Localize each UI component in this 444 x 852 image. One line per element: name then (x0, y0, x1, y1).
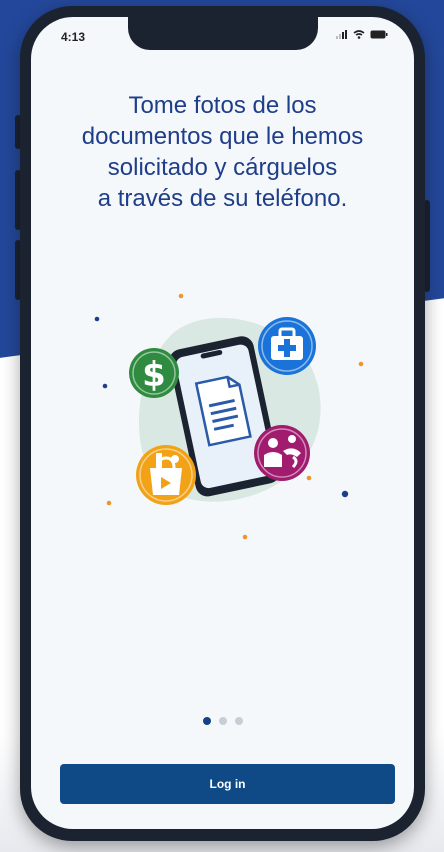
onboarding-headline: Tome fotos de los documentos que le hemo… (45, 90, 400, 214)
battery-icon (370, 30, 388, 39)
phone-notch (128, 17, 318, 50)
dollar-icon: $ (129, 348, 179, 398)
confetti-dot (102, 383, 108, 389)
svg-text:$: $ (142, 355, 166, 395)
grocery-bag-icon (136, 445, 196, 505)
confetti-dot (106, 500, 112, 506)
confetti-dot (178, 293, 184, 299)
confetti-dot (94, 316, 100, 322)
status-time: 4:13 (61, 30, 86, 44)
confetti-dot (341, 490, 349, 498)
phone-screen: 4:13 Tome fotos de los documentos que le… (31, 17, 414, 829)
medical-kit-icon (258, 317, 316, 375)
family-icon (254, 425, 310, 481)
headline-line: a través de su teléfono. (97, 185, 348, 212)
confetti-dot (306, 475, 312, 481)
wifi-icon (353, 30, 365, 39)
page-indicator (31, 717, 414, 725)
document-upload-illustration: $ (94, 293, 364, 540)
confetti-dot (242, 534, 248, 540)
headline-line: documentos que le hemos (81, 123, 364, 150)
headline-line: Tome fotos de los (128, 92, 317, 119)
page-dot[interactable] (234, 717, 243, 725)
confetti-dot (358, 361, 364, 367)
page-dot-active[interactable] (202, 717, 211, 725)
page-dot[interactable] (218, 717, 227, 725)
signal-icon (336, 30, 347, 39)
headline-line: solicitado y cárguelos (107, 154, 338, 181)
status-icons (336, 30, 388, 39)
login-button[interactable]: Log in (60, 764, 395, 804)
